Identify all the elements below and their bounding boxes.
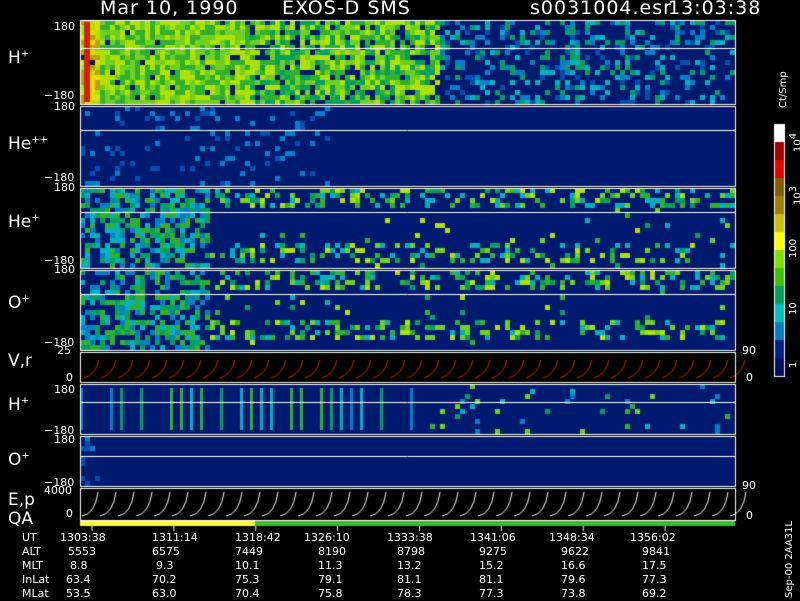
tick-label: 4000	[44, 484, 72, 497]
date-title: Mar 10, 1990	[100, 0, 239, 19]
table-row-ut: UT 1303:38 1311:14 1318:42 1326:10 1333:…	[22, 531, 676, 544]
tick-label: 180	[54, 20, 75, 33]
header-time: 13:03:38	[668, 0, 762, 19]
table-row-inlat: InLat 63.4 70.2 75.3 79.1 81.1 81.1 79.6…	[22, 573, 667, 586]
tick-label: 180	[54, 181, 75, 194]
table-row-mlt: MLT 8.8 9.3 10.1 11.3 13.2 15.2 16.6 17.…	[22, 559, 667, 572]
spectrogram-canvas	[0, 0, 800, 600]
right-tick-label: 90	[742, 479, 756, 492]
colorbar-tick-100: 100	[788, 238, 799, 258]
panel-label-o-plus-2: O+	[8, 450, 30, 470]
panel-label-ep: E,p	[8, 490, 35, 510]
tick-label: 25	[57, 344, 71, 357]
right-tick-label: 90	[742, 344, 756, 357]
table-row-alt: ALT 5553 6575 7449 8190 8798 9275 9622 9…	[22, 545, 670, 558]
colorbar-tick-10-4: 104	[788, 132, 800, 152]
right-tick-label: 0	[746, 509, 753, 522]
colorbar-tick-1: 1	[788, 361, 799, 368]
colorbar-tick-10: 10	[788, 302, 799, 315]
panel-label-qa: QA	[8, 509, 34, 529]
mission-title: EXOS-D SMS	[282, 0, 411, 19]
panel-label-vr: V,r	[8, 351, 33, 371]
panel-label-o-plus: O+	[8, 293, 30, 313]
right-tick-label: 0	[746, 371, 753, 384]
panel-label-he-plusplus: He++	[8, 134, 49, 154]
colorbar-unit: Ct/Smp	[778, 71, 789, 108]
tick-label: 180	[54, 433, 75, 446]
panel-label-he-plus: He+	[8, 212, 40, 232]
panel-label-h-plus: H+	[8, 48, 30, 68]
file-name: s0031004.esr	[530, 0, 672, 19]
table-row-mlat: MLat 53.5 63.0 70.4 75.8 78.3 77.3 73.8 …	[22, 587, 667, 600]
panel-label-h-plus-2: H+	[8, 395, 30, 415]
tick-label: 0	[66, 507, 73, 520]
tick-label: 180	[54, 263, 75, 276]
colorbar-tick-10-3: 103	[788, 185, 800, 205]
tick-label: 180	[54, 383, 75, 396]
tick-label: 180	[54, 100, 75, 113]
